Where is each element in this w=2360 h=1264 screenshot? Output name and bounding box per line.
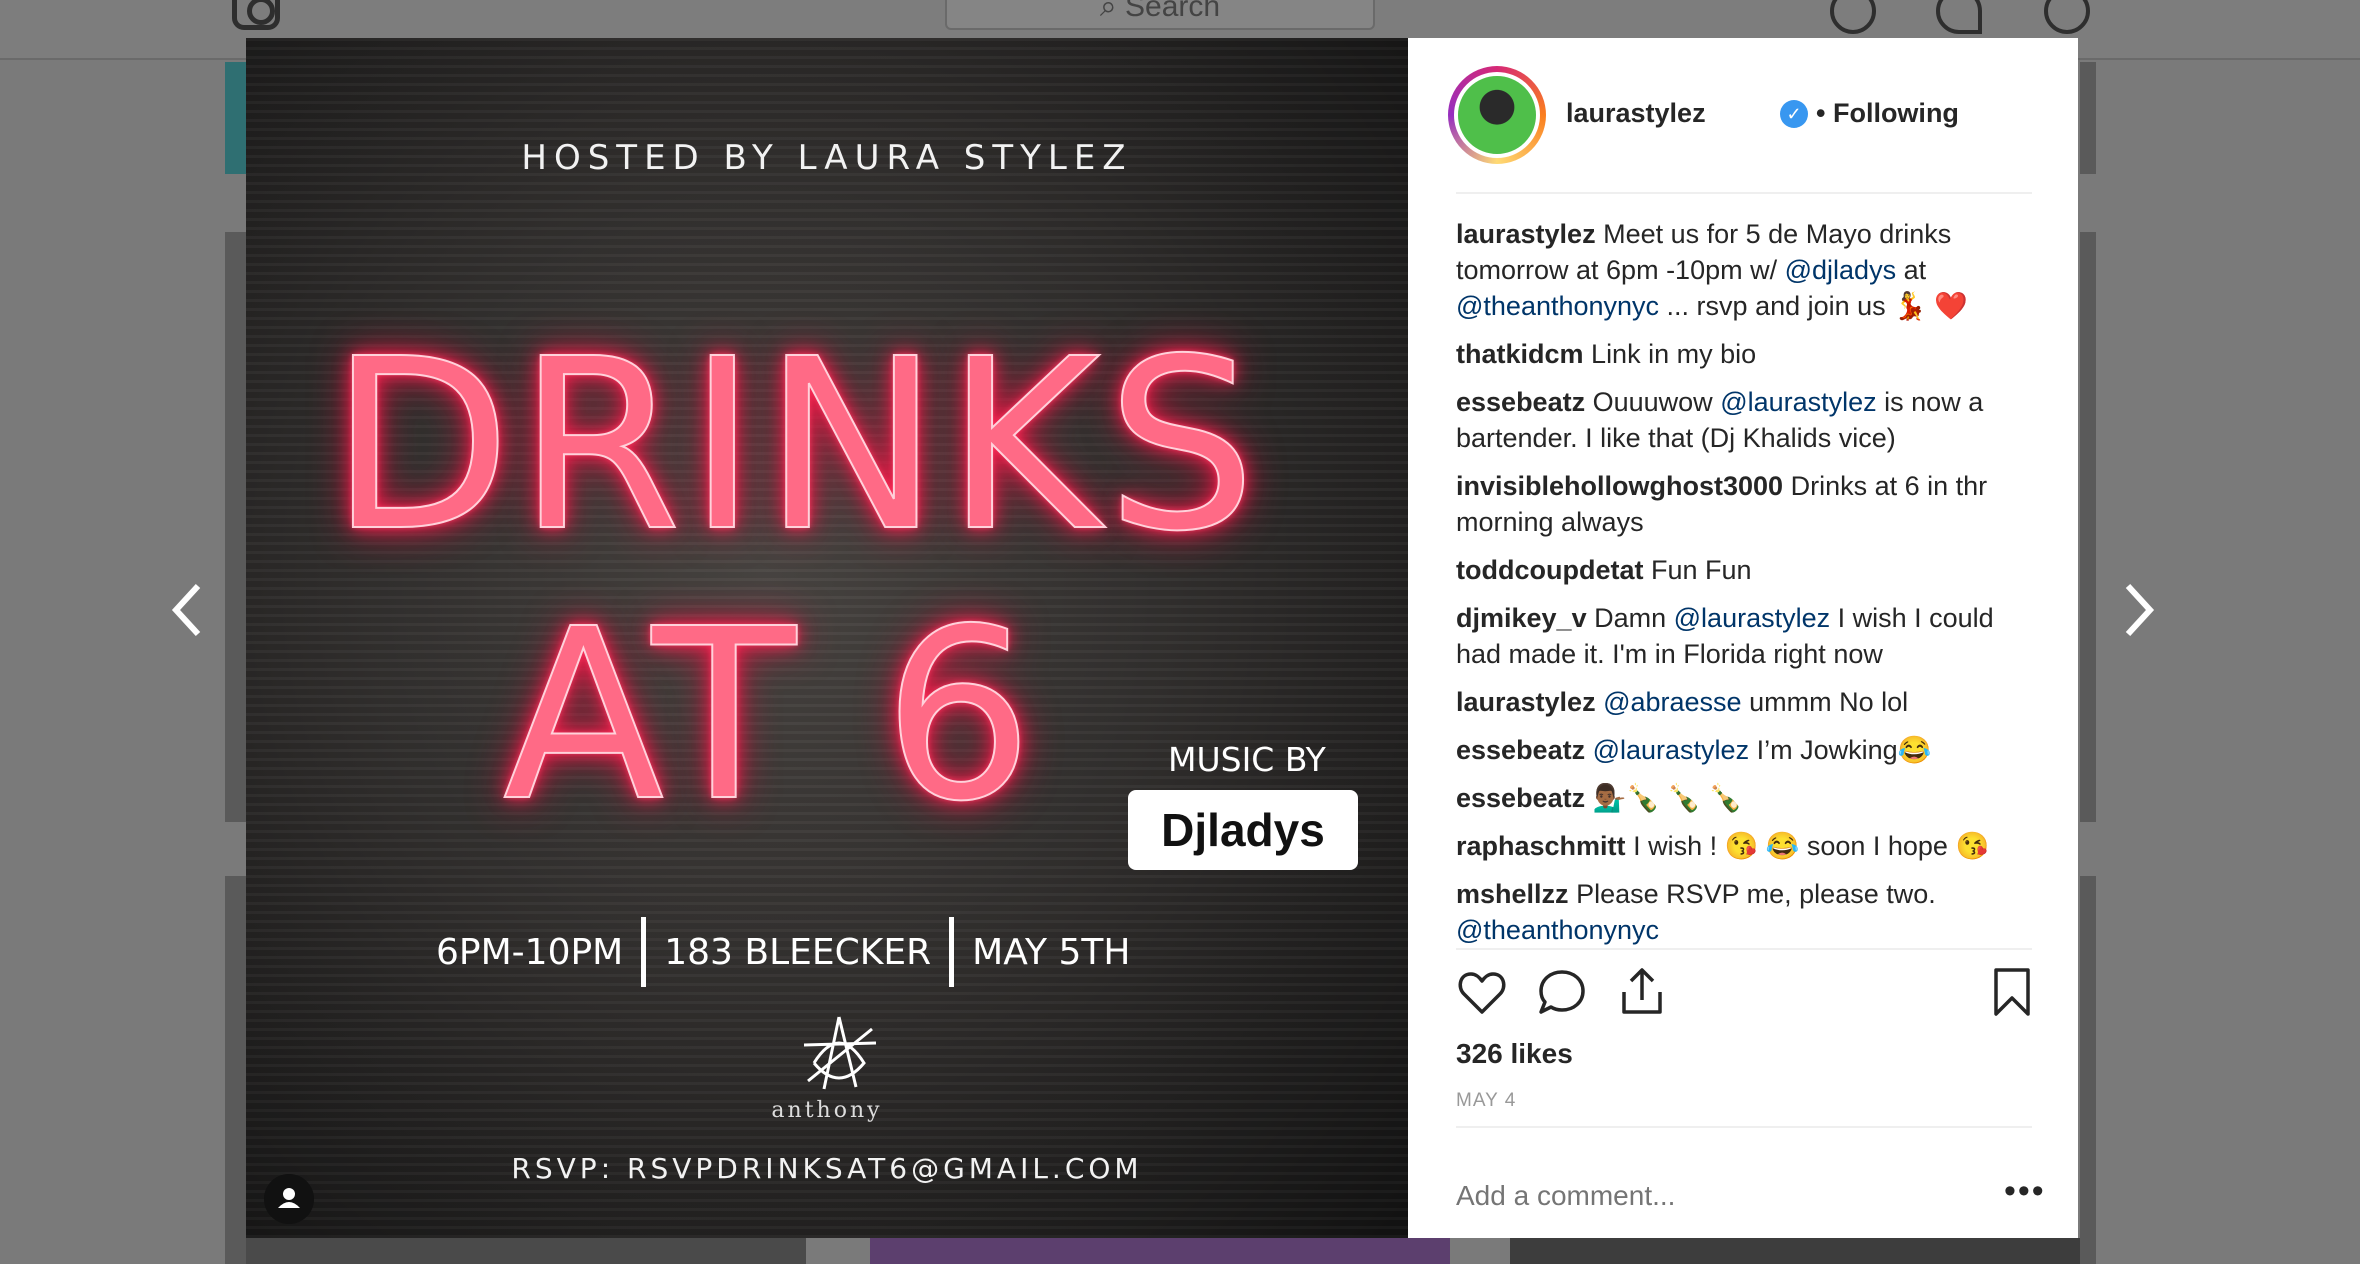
comment-item: laurastylez Meet us for 5 de Mayo drinks… (1456, 216, 2046, 324)
comment-list[interactable]: laurastylez Meet us for 5 de Mayo drinks… (1456, 216, 2046, 960)
header-divider (1456, 192, 2032, 194)
comment-item: thatkidcm Link in my bio (1456, 336, 2046, 372)
comment-text: Damn (1594, 603, 1674, 633)
post-header: laurastylez ✓ • Following (1408, 38, 2078, 194)
flyer-separator (949, 917, 955, 987)
following-button[interactable]: • Following (1816, 98, 1959, 129)
comment-mention[interactable]: @laurastylez (1593, 735, 1749, 765)
comment-item: essebeatz @laurastylez I’m Jowking😂 (1456, 732, 2046, 768)
heart-icon[interactable] (1456, 966, 1508, 1018)
comment-mention[interactable]: @laurastylez (1674, 603, 1830, 633)
bookmark-icon[interactable] (1986, 966, 2038, 1018)
chevron-left-icon[interactable] (168, 580, 208, 640)
flyer-date: MAY 5TH (972, 931, 1131, 973)
flyer-hosted-by: HOSTED BY LAURA STYLEZ (521, 138, 1133, 178)
comment-item: mshellzz Please RSVP me, please two. @th… (1456, 876, 2046, 948)
venue-logo-icon (803, 1016, 877, 1090)
comment-text: I’m Jowking😂 (1749, 735, 1932, 765)
comment-item: essebeatz 💁🏾‍♂️🍾 🍾 🍾 (1456, 780, 2046, 816)
footer-divider (1456, 1126, 2032, 1128)
avatar[interactable] (1448, 66, 1546, 164)
background-thumbnail (2080, 232, 2096, 822)
comment-item: laurastylez @abraesse ummm No lol (1456, 684, 2046, 720)
flyer-music-by: MUSIC BY (1168, 740, 1326, 779)
comment-text: ummm No lol (1741, 687, 1909, 717)
flyer-time: 6PM-10PM (436, 931, 624, 973)
background-thumbnail (870, 1238, 1450, 1264)
background-thumbnail (2080, 62, 2096, 174)
speech-bubble-icon[interactable] (1536, 966, 1588, 1018)
post-actions (1456, 966, 2036, 1022)
background-thumbnail (246, 1238, 806, 1264)
flyer-address: 183 BLEECKER (664, 931, 932, 973)
comment-username[interactable]: essebeatz (1456, 783, 1585, 813)
post-side-panel: laurastylez ✓ • Following laurastylez Me… (1408, 38, 2078, 1238)
heart-nav-icon[interactable] (1936, 0, 1982, 34)
chevron-right-icon[interactable] (2118, 580, 2158, 640)
comment-text: Ouuuwow (1592, 387, 1721, 417)
flyer-headline-line1: DRINKS (329, 307, 1263, 584)
comment-text: I wish ! 😘 😂 soon I hope 😘 (1633, 831, 1990, 861)
comment-mention[interactable]: @djladys (1785, 255, 1896, 285)
comment-item: raphaschmitt I wish ! 😘 😂 soon I hope 😘 (1456, 828, 2046, 864)
comment-text: at (1896, 255, 1927, 285)
background-search[interactable]: ⌕ Search (945, 0, 1375, 30)
compass-icon[interactable] (1830, 0, 1876, 34)
flyer-dj-name: Djladys (1128, 790, 1358, 870)
share-icon[interactable] (1616, 966, 1668, 1018)
comment-username[interactable]: mshellzz (1456, 879, 1569, 909)
comment-username[interactable]: raphaschmitt (1456, 831, 1626, 861)
comments-divider (1456, 948, 2032, 950)
comment-mention[interactable]: @laurastylez (1720, 387, 1876, 417)
add-comment-input[interactable] (1456, 1166, 1916, 1226)
post-date[interactable]: MAY 4 (1456, 1090, 1516, 1112)
like-count[interactable]: 326 likes (1456, 1038, 1573, 1070)
flyer-details: 6PM-10PM 183 BLEECKER MAY 5TH (436, 916, 1156, 988)
background-thumbnail (1510, 1238, 2080, 1264)
comment-mention[interactable]: @theanthonynyc (1456, 915, 1659, 945)
comment-mention[interactable]: @theanthonynyc (1456, 291, 1659, 321)
instagram-logo-icon[interactable] (232, 0, 280, 30)
profile-icon[interactable] (2044, 0, 2090, 34)
comment-username[interactable]: laurastylez (1456, 219, 1596, 249)
comment-username[interactable]: essebeatz (1456, 735, 1585, 765)
comment-item: invisiblehollowghost3000 Drinks at 6 in … (1456, 468, 2046, 540)
comment-mention[interactable]: @abraesse (1603, 687, 1741, 717)
comment-username[interactable]: essebeatz (1456, 387, 1585, 417)
comment-text: Fun Fun (1651, 555, 1752, 585)
comment-item: essebeatz Ouuuwow @laurastylez is now a … (1456, 384, 2046, 456)
more-options-icon[interactable]: ••• (2004, 1172, 2046, 1211)
tagged-user-icon[interactable] (264, 1174, 314, 1224)
comment-text: Link in my bio (1591, 339, 1757, 369)
avatar-image (1454, 72, 1540, 158)
search-placeholder: Search (1125, 0, 1221, 23)
comment-item: djmikey_v Damn @laurastylez I wish I cou… (1456, 600, 2046, 672)
post-image[interactable]: HOSTED BY LAURA STYLEZ DRINKS AT 6 MUSIC… (246, 38, 1408, 1238)
post-username[interactable]: laurastylez (1566, 98, 1706, 129)
search-icon: ⌕ (1099, 0, 1126, 23)
comment-username[interactable]: invisiblehollowghost3000 (1456, 471, 1783, 501)
flyer-separator (641, 917, 647, 987)
comment-username[interactable]: djmikey_v (1456, 603, 1587, 633)
comment-username[interactable]: toddcoupdetat (1456, 555, 1643, 585)
comment-text: ... rsvp and join us 💃 ❤️ (1659, 291, 1968, 321)
post-modal: HOSTED BY LAURA STYLEZ DRINKS AT 6 MUSIC… (246, 38, 2078, 1238)
background-thumbnail (2080, 876, 2096, 1264)
comment-text: Please RSVP me, please two. (1576, 879, 1936, 909)
comment-username[interactable]: thatkidcm (1456, 339, 1584, 369)
flyer-rsvp: RSVP: RSVPDRINKSAT6@GMAIL.COM (511, 1152, 1143, 1185)
venue-logo-text: anthony (771, 1098, 883, 1123)
comment-username[interactable]: laurastylez (1456, 687, 1596, 717)
verified-badge-icon: ✓ (1780, 100, 1808, 128)
comment-text: 💁🏾‍♂️🍾 🍾 🍾 (1592, 783, 1743, 813)
comment-item: toddcoupdetat Fun Fun (1456, 552, 2046, 588)
